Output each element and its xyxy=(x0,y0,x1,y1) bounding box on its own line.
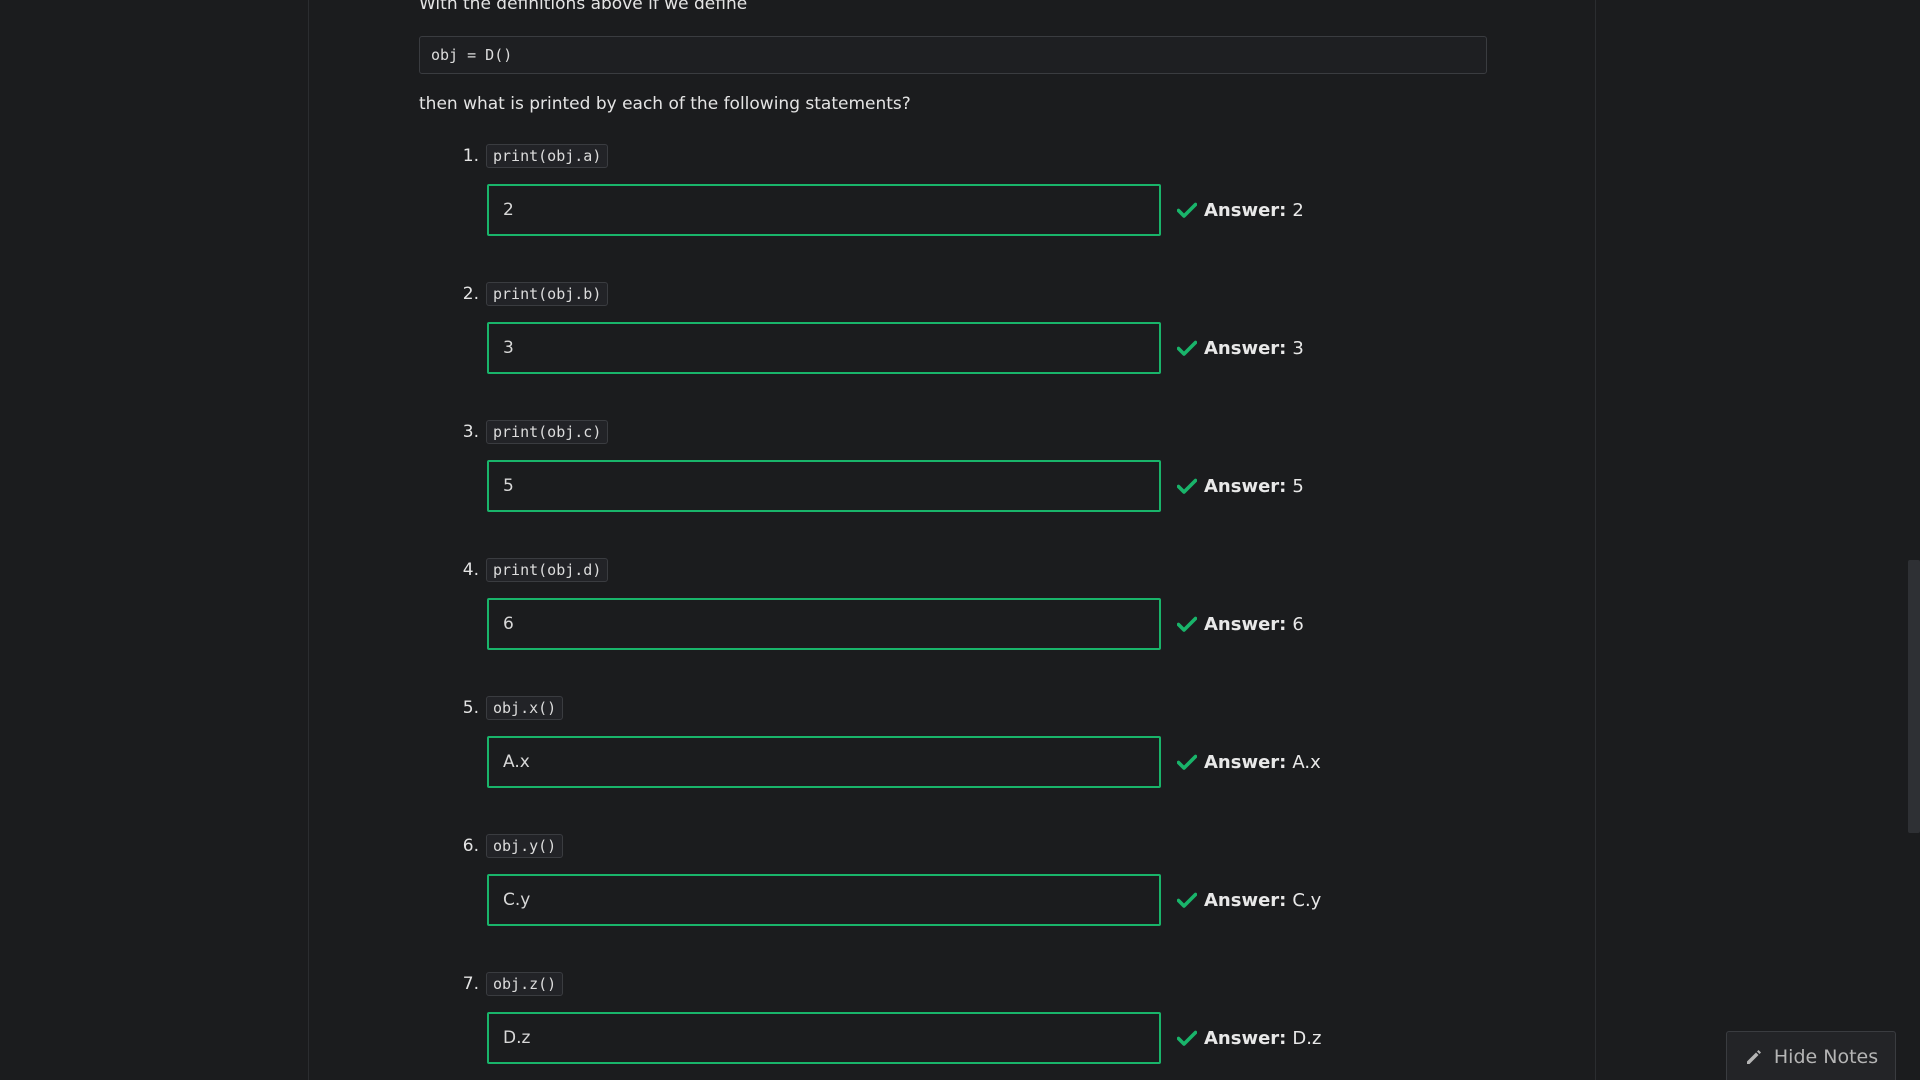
intro-text: With the definitions above if we define xyxy=(419,0,748,14)
content-column: With the definitions above if we define … xyxy=(308,0,1596,1080)
question-code: print(obj.b) xyxy=(486,282,609,306)
check-icon xyxy=(1177,340,1197,356)
answer-label: Answer: xyxy=(1204,337,1287,359)
question-item: 6. obj.y() Answer:C.y xyxy=(419,834,1487,972)
question-code: print(obj.d) xyxy=(486,558,609,582)
question-header: 5. obj.x() xyxy=(457,696,564,720)
question-item: 2. print(obj.b) Answer:3 xyxy=(419,282,1487,420)
question-header: 7. obj.z() xyxy=(457,972,564,996)
question-header: 3. print(obj.c) xyxy=(457,420,609,444)
question-header: 2. print(obj.b) xyxy=(457,282,609,306)
check-icon xyxy=(1177,202,1197,218)
answer-value: 5 xyxy=(1292,475,1304,497)
answer-input[interactable] xyxy=(487,874,1161,926)
pencil-icon xyxy=(1746,1050,1761,1064)
answer-label: Answer: xyxy=(1204,751,1287,773)
question-code: obj.x() xyxy=(486,696,564,720)
question-header: 1. print(obj.a) xyxy=(457,144,609,168)
check-icon xyxy=(1177,892,1197,908)
question-number: 2. xyxy=(462,284,479,304)
check-icon xyxy=(1177,478,1197,494)
answer-input[interactable] xyxy=(487,736,1161,788)
page: With the definitions above if we define … xyxy=(0,0,1920,1080)
check-icon xyxy=(1177,1030,1197,1046)
answer-value: 2 xyxy=(1292,199,1304,221)
question-header: 4. print(obj.d) xyxy=(457,558,609,582)
answer-input[interactable] xyxy=(487,598,1161,650)
exercise-content: With the definitions above if we define … xyxy=(419,0,1487,1064)
question-item: 4. print(obj.d) Answer:6 xyxy=(419,558,1487,696)
question-item: 3. print(obj.c) Answer:5 xyxy=(419,420,1487,558)
check-icon xyxy=(1177,616,1197,632)
answer-feedback: Answer: C.y xyxy=(1177,874,1321,926)
answer-value: 3 xyxy=(1292,337,1304,359)
answer-value: 6 xyxy=(1292,613,1304,635)
question-code: obj.y() xyxy=(486,834,564,858)
answer-feedback: Answer: 6 xyxy=(1177,598,1304,650)
question-item: 1. print(obj.a) Answer:2 xyxy=(419,144,1487,282)
answer-label: Answer: xyxy=(1204,889,1287,911)
answer-value: C.y xyxy=(1292,889,1322,911)
answer-label: Answer: xyxy=(1204,613,1287,635)
hide-notes-label: Hide Notes xyxy=(1773,1046,1879,1068)
answer-feedback: Answer: 5 xyxy=(1177,460,1304,512)
answer-input[interactable] xyxy=(487,460,1161,512)
question-code: print(obj.a) xyxy=(486,144,609,168)
question-item: 5. obj.x() Answer:A.x xyxy=(419,696,1487,834)
answer-feedback: Answer: 3 xyxy=(1177,322,1304,374)
question-number: 7. xyxy=(462,974,479,994)
question-number: 1. xyxy=(462,146,479,166)
question-header: 6. obj.y() xyxy=(457,834,564,858)
question-number: 4. xyxy=(462,560,479,580)
question-code: print(obj.c) xyxy=(486,420,609,444)
question-prompt: then what is printed by each of the foll… xyxy=(419,94,911,114)
check-icon xyxy=(1177,754,1197,770)
answer-input[interactable] xyxy=(487,184,1161,236)
scrollbar-thumb[interactable] xyxy=(1908,560,1920,833)
scrollbar-track[interactable] xyxy=(1906,0,1920,1080)
code-definition: obj = D() xyxy=(431,46,513,64)
answer-input[interactable] xyxy=(487,322,1161,374)
answer-feedback: Answer: 2 xyxy=(1177,184,1304,236)
code-definition-block: obj = D() xyxy=(419,36,1487,74)
question-number: 5. xyxy=(462,698,479,718)
question-code: obj.z() xyxy=(486,972,564,996)
answer-feedback: Answer: D.z xyxy=(1177,1012,1321,1064)
question-number: 6. xyxy=(462,836,479,856)
answer-value: A.x xyxy=(1292,751,1321,773)
answer-label: Answer: xyxy=(1204,1027,1287,1049)
answer-value: D.z xyxy=(1292,1027,1322,1049)
answer-feedback: Answer: A.x xyxy=(1177,736,1321,788)
hide-notes-button[interactable]: Hide Notes xyxy=(1726,1031,1896,1080)
question-item: 7. obj.z() Answer:D.z xyxy=(419,972,1487,1080)
question-number: 3. xyxy=(462,422,479,442)
answer-input[interactable] xyxy=(487,1012,1161,1064)
answer-label: Answer: xyxy=(1204,199,1287,221)
answer-label: Answer: xyxy=(1204,475,1287,497)
